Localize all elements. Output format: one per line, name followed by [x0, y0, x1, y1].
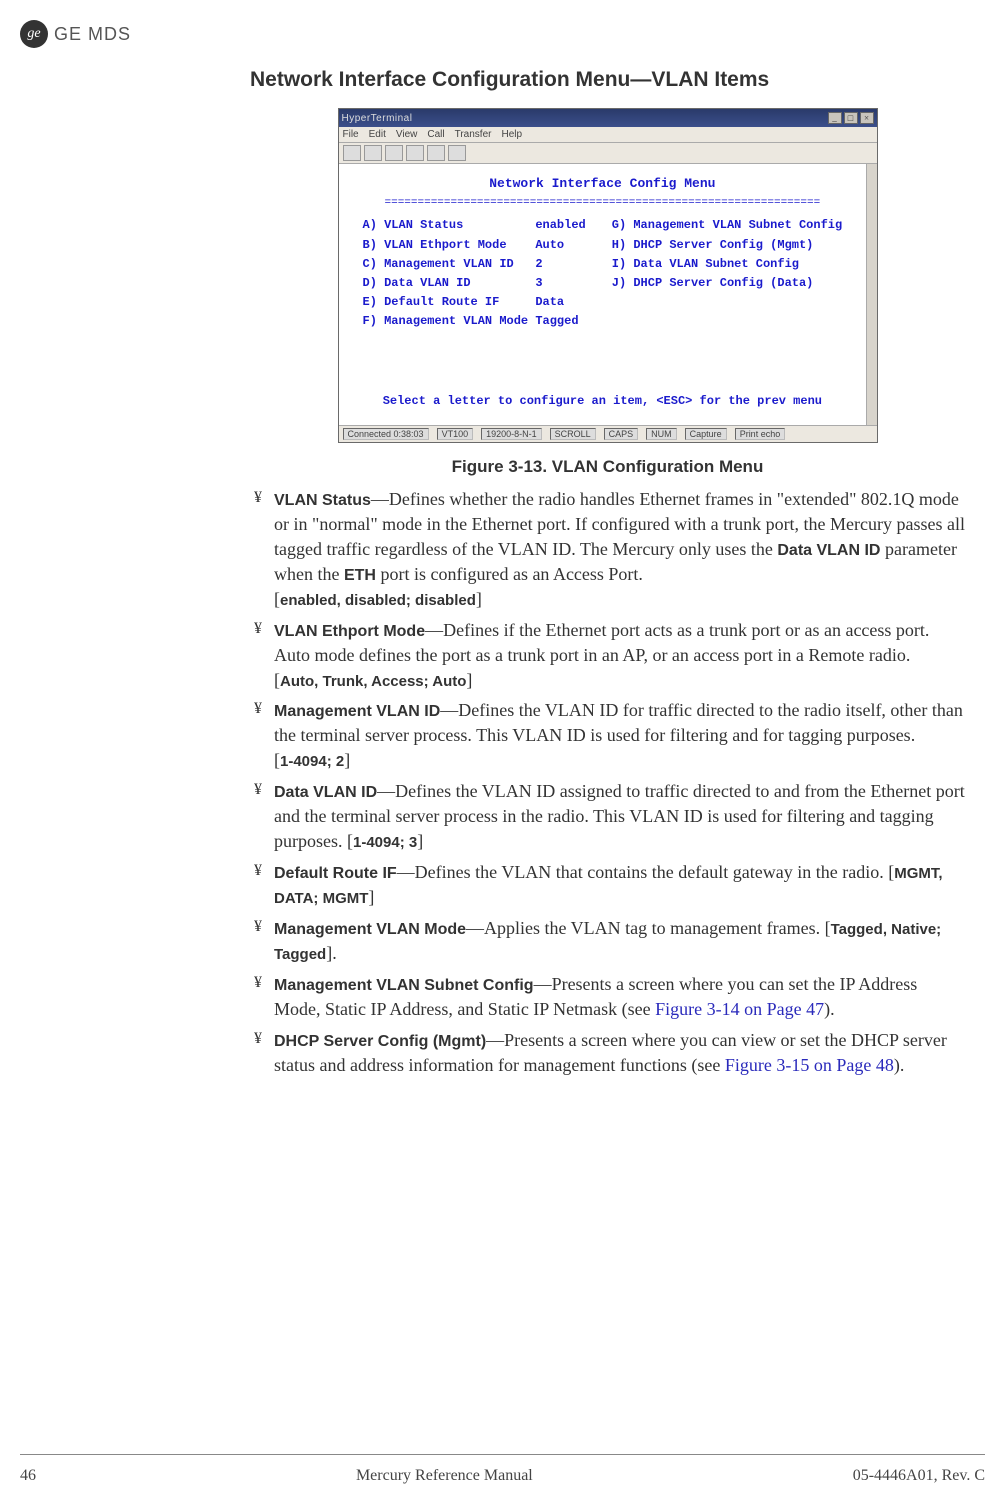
inline-term: Data VLAN ID — [777, 542, 880, 559]
brand-name: GE MDS — [54, 24, 131, 45]
list-item: VLAN Status—Defines whether the radio ha… — [250, 487, 965, 612]
item-desc: ). — [824, 999, 835, 1019]
item-label: VLAN Status — [274, 492, 371, 509]
item-label: DHCP Server Config (Mgmt) — [274, 1033, 486, 1050]
close-icon: × — [860, 112, 874, 124]
terminal-footer: Select a letter to configure an item, <E… — [351, 392, 855, 411]
menu-call: Call — [427, 129, 444, 140]
cross-reference: Figure 3-14 on Page 47 — [655, 999, 824, 1019]
status-cell: Capture — [685, 428, 727, 440]
menu-help: Help — [501, 129, 522, 140]
list-item: VLAN Ethport Mode—Defines if the Etherne… — [250, 618, 965, 693]
menu-edit: Edit — [369, 129, 386, 140]
item-label: Default Route IF — [274, 865, 397, 882]
figure-caption: Figure 3-13. VLAN Configuration Menu — [250, 457, 965, 477]
terminal-left-col: A) VLAN Status enabled B) VLAN Ethport M… — [363, 216, 586, 331]
brand-header: ge GE MDS — [20, 20, 985, 48]
list-item: Default Route IF—Defines the VLAN that c… — [250, 860, 965, 910]
item-desc: —Applies the VLAN tag to management fram… — [466, 918, 825, 938]
list-item: Data VLAN ID—Defines the VLAN ID assigne… — [250, 779, 965, 854]
item-opts: 1-4094; 2 — [280, 753, 344, 770]
toolbar-icon — [427, 145, 445, 161]
toolbar-icon — [406, 145, 424, 161]
window-title: HyperTerminal — [342, 113, 413, 124]
toolbar-icon — [448, 145, 466, 161]
terminal-underline: ========================================… — [351, 195, 855, 213]
item-label: Management VLAN Mode — [274, 921, 466, 938]
item-label: Data VLAN ID — [274, 784, 377, 801]
section-title: Network Interface Configuration Menu—VLA… — [250, 68, 965, 92]
item-desc: —Defines the VLAN that contains the defa… — [397, 862, 889, 882]
menu-view: View — [396, 129, 418, 140]
page-footer: 46 Mercury Reference Manual 05-4446A01, … — [20, 1467, 985, 1485]
item-opts: enabled, disabled; disabled — [280, 592, 476, 609]
status-cell: VT100 — [437, 428, 474, 440]
status-cell: CAPS — [604, 428, 639, 440]
item-trail: . — [332, 943, 337, 963]
maximize-icon: □ — [844, 112, 858, 124]
menu-transfer: Transfer — [455, 129, 492, 140]
item-label: VLAN Ethport Mode — [274, 623, 425, 640]
cross-reference: Figure 3-15 on Page 48 — [725, 1055, 894, 1075]
footer-right: 05-4446A01, Rev. C — [853, 1467, 985, 1485]
list-item: Management VLAN ID—Defines the VLAN ID f… — [250, 698, 965, 773]
scrollbar — [866, 164, 876, 425]
item-desc: ). — [894, 1055, 905, 1075]
toolbar-icon — [343, 145, 361, 161]
footer-center: Mercury Reference Manual — [36, 1467, 853, 1485]
terminal-right-col: G) Management VLAN Subnet Config H) DHCP… — [612, 216, 842, 331]
status-cell: Print echo — [735, 428, 786, 440]
status-cell: SCROLL — [550, 428, 596, 440]
toolbar-icon — [364, 145, 382, 161]
item-label: Management VLAN ID — [274, 703, 440, 720]
terminal-title: Network Interface Config Menu — [351, 174, 855, 195]
menu-file: File — [343, 129, 359, 140]
minimize-icon: _ — [828, 112, 842, 124]
inline-term: ETH — [344, 567, 376, 584]
ge-logo-icon: ge — [20, 20, 48, 48]
list-item: Management VLAN Subnet Config—Presents a… — [250, 972, 965, 1022]
item-label: Management VLAN Subnet Config — [274, 977, 534, 994]
status-cell: NUM — [646, 428, 677, 440]
footer-rule — [20, 1454, 985, 1455]
item-opts: Auto, Trunk, Access; Auto — [280, 673, 466, 690]
list-item: Management VLAN Mode—Applies the VLAN ta… — [250, 916, 965, 966]
item-opts: 1-4094; 3 — [353, 834, 417, 851]
status-cell: Connected 0:38:03 — [343, 428, 429, 440]
list-item: DHCP Server Config (Mgmt)—Presents a scr… — [250, 1028, 965, 1078]
terminal-screenshot: HyperTerminal _ □ × File Edit View Call … — [338, 108, 878, 443]
toolbar-icon — [385, 145, 403, 161]
page-number: 46 — [20, 1467, 36, 1485]
item-desc: port is configured as an Access Port. — [376, 564, 643, 584]
status-cell: 19200-8-N-1 — [481, 428, 542, 440]
